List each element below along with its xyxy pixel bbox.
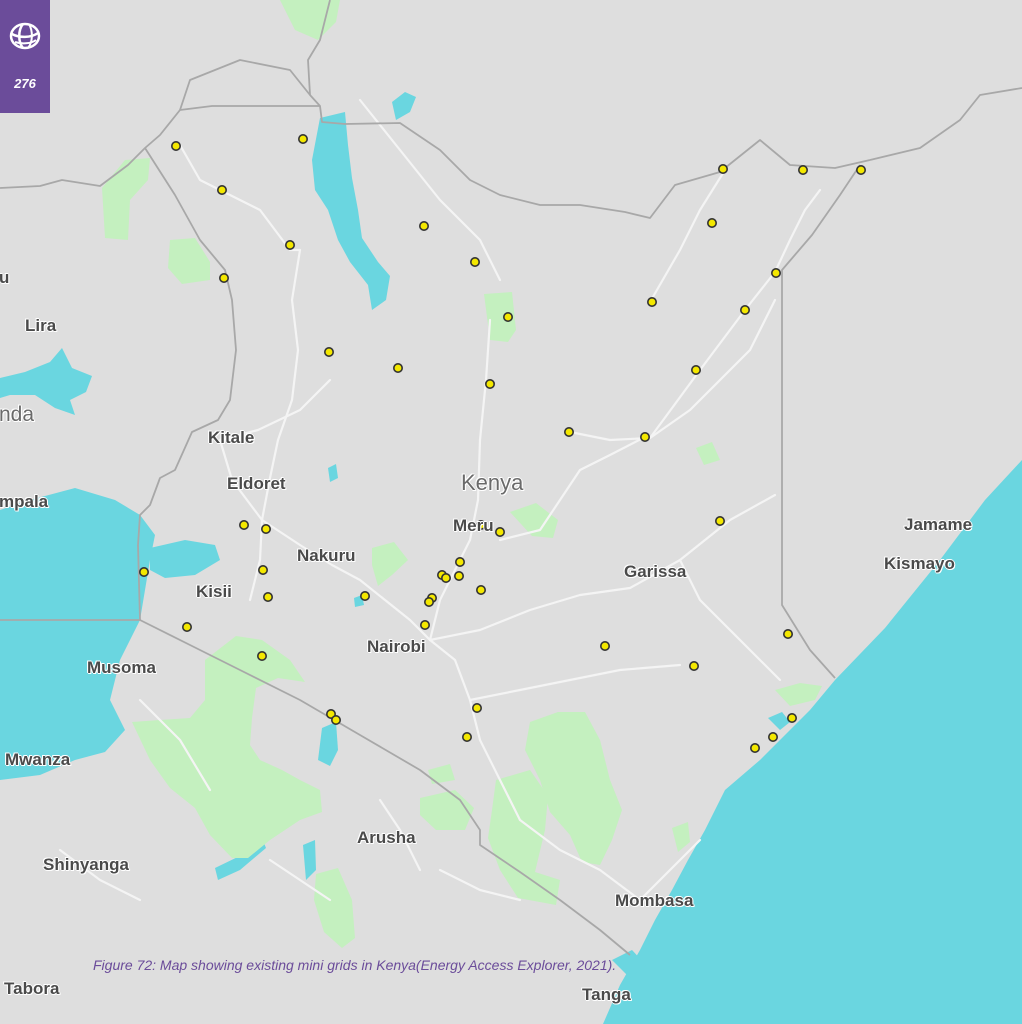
mini-grid-marker[interactable] (770, 267, 781, 278)
mini-grid-marker[interactable] (688, 660, 699, 671)
mini-grid-marker[interactable] (392, 362, 403, 373)
mini-grid-marker[interactable] (484, 378, 495, 389)
mini-grid-marker[interactable] (469, 256, 480, 267)
place-label-nakuru: Nakuru (297, 546, 356, 565)
mini-grid-marker[interactable] (782, 628, 793, 639)
mini-grid-marker[interactable] (359, 590, 370, 601)
place-label-nairobi: Nairobi (367, 637, 426, 656)
page-number: 276 (14, 76, 36, 91)
place-label-jamame: Jamame (904, 515, 973, 534)
mini-grid-marker[interactable] (717, 164, 728, 175)
place-label-mombasa: Mombasa (615, 891, 694, 910)
place-label-uganda: nda (0, 403, 35, 426)
place-label-arusha: Arusha (357, 828, 416, 847)
mini-grid-marker[interactable] (739, 304, 750, 315)
place-label-garissa: Garissa (624, 562, 687, 581)
mini-grid-marker[interactable] (217, 185, 228, 196)
mini-grid-marker[interactable] (453, 570, 464, 581)
mini-grid-marker[interactable] (219, 272, 230, 283)
place-label-meru: Meru (453, 516, 494, 535)
mini-grid-marker[interactable] (323, 346, 334, 357)
place-label-u: u (0, 268, 10, 287)
mini-grid-marker[interactable] (139, 566, 150, 577)
mini-grid-marker[interactable] (330, 714, 341, 725)
place-label-musoma: Musoma (87, 658, 156, 677)
place-label-kitale: Kitale (208, 428, 255, 447)
mini-grid-marker[interactable] (418, 221, 429, 232)
mini-grid-marker[interactable] (767, 731, 778, 742)
mini-grid-marker[interactable] (454, 556, 465, 567)
mini-grid-marker[interactable] (475, 584, 486, 595)
figure-caption: Figure 72: Map showing existing mini gri… (93, 957, 617, 973)
mini-grid-marker[interactable] (262, 591, 273, 602)
mini-grid-marker[interactable] (171, 141, 182, 152)
place-label-lira: Lira (25, 316, 57, 335)
mini-grid-marker[interactable] (461, 731, 472, 742)
mini-grid-marker[interactable] (471, 702, 482, 713)
mini-grid-marker[interactable] (419, 619, 430, 630)
page-number-tab: 276 (0, 0, 50, 113)
mini-grid-marker[interactable] (786, 712, 797, 723)
place-label-tanga: Tanga (582, 985, 631, 1004)
mini-grid-marker[interactable] (494, 526, 505, 537)
mini-grid-marker[interactable] (646, 296, 657, 307)
place-label-kampala: mpala (0, 492, 49, 511)
globe-icon (9, 22, 41, 50)
mini-grid-marker[interactable] (297, 134, 308, 145)
mini-grid-marker[interactable] (714, 515, 725, 526)
mini-grid-marker[interactable] (749, 742, 760, 753)
mini-grid-marker[interactable] (599, 640, 610, 651)
mini-grid-marker[interactable] (256, 650, 267, 661)
mini-grid-marker[interactable] (690, 364, 701, 375)
place-label-kenya: Kenya (461, 470, 524, 495)
place-label-kismayo: Kismayo (884, 554, 955, 573)
place-label-shinyanga: Shinyanga (43, 855, 129, 874)
place-label-eldoret: Eldoret (227, 474, 286, 493)
kenya-mini-grids-map (0, 0, 1022, 1024)
place-label-tabora: Tabora (4, 979, 60, 998)
mini-grid-marker[interactable] (797, 165, 808, 176)
mini-grid-marker[interactable] (284, 240, 295, 251)
mini-grid-marker[interactable] (639, 431, 650, 442)
mini-grid-marker[interactable] (502, 311, 513, 322)
mini-grid-marker[interactable] (260, 523, 271, 534)
mini-grid-marker[interactable] (239, 519, 250, 530)
mini-grid-marker[interactable] (855, 165, 866, 176)
place-label-mwanza: Mwanza (5, 750, 71, 769)
mini-grid-marker[interactable] (706, 218, 717, 229)
mini-grid-marker[interactable] (563, 426, 574, 437)
mini-grid-marker[interactable] (182, 621, 193, 632)
mini-grid-marker[interactable] (440, 572, 451, 583)
mini-grid-marker[interactable] (423, 596, 434, 607)
place-label-kisii: Kisii (196, 582, 232, 601)
mini-grid-marker[interactable] (257, 564, 268, 575)
